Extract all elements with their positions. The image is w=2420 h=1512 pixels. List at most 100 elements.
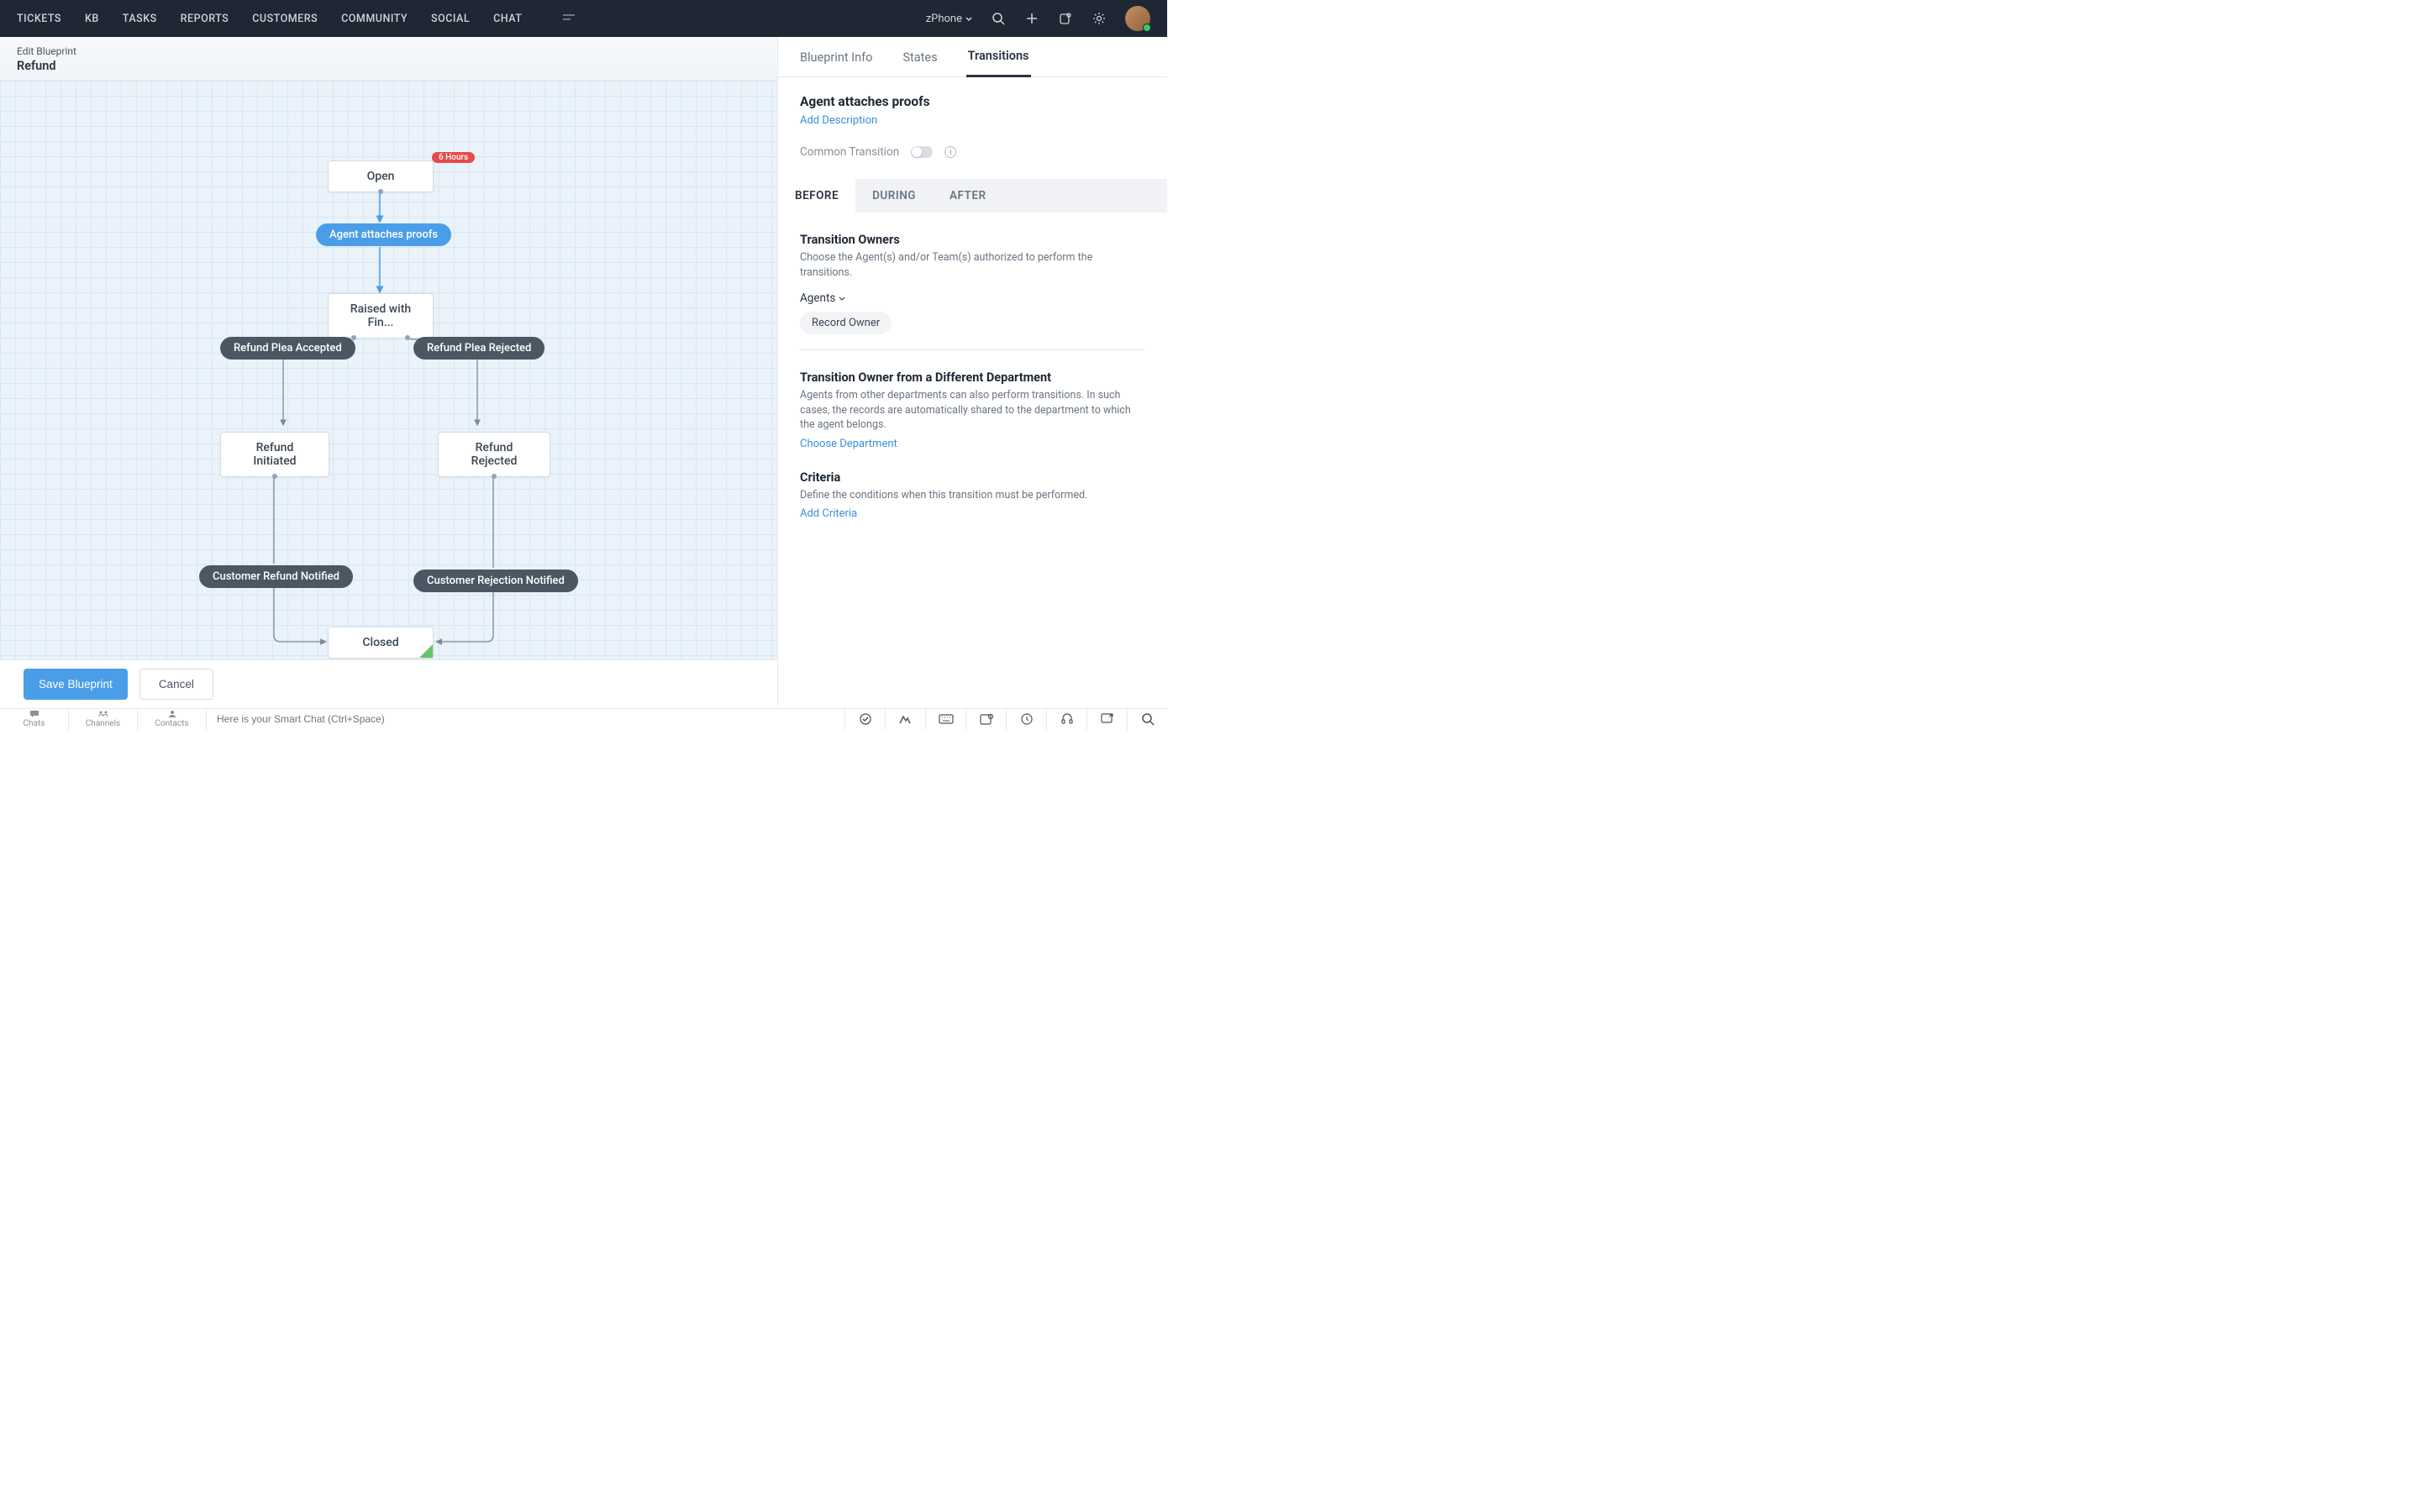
bb-chats[interactable]: Chats xyxy=(0,709,69,730)
app-label: zPhone xyxy=(926,13,962,25)
transition-plea-rejected[interactable]: Refund Plea Rejected xyxy=(413,337,544,360)
launch-icon[interactable] xyxy=(1086,709,1127,730)
dept-desc: Agents from other departments can also p… xyxy=(800,388,1145,433)
avatar[interactable] xyxy=(1125,6,1150,31)
choose-department-link[interactable]: Choose Department xyxy=(800,438,897,450)
bb-chats-label: Chats xyxy=(24,719,45,728)
breadcrumb: Edit Blueprint xyxy=(17,45,760,57)
clock-icon[interactable] xyxy=(1006,709,1046,730)
subtab-before[interactable]: BEFORE xyxy=(778,179,855,213)
bb-channels-label: Channels xyxy=(86,719,120,728)
add-icon[interactable] xyxy=(1024,11,1039,26)
tab-blueprint-info[interactable]: Blueprint Info xyxy=(798,50,874,76)
criteria-title: Criteria xyxy=(800,470,1145,485)
state-closed-label: Closed xyxy=(362,636,398,649)
panel-tabs: Blueprint Info States Transitions xyxy=(778,37,1167,77)
bottom-left: Chats Channels Contacts xyxy=(0,709,207,730)
nav-chat[interactable]: CHAT xyxy=(493,13,522,25)
bb-channels[interactable]: Channels xyxy=(69,709,138,730)
search-icon[interactable] xyxy=(991,11,1006,26)
owners-title: Transition Owners xyxy=(800,233,1145,247)
section-owners: Transition Owners Choose the Agent(s) an… xyxy=(800,233,1145,350)
calendar-icon[interactable] xyxy=(965,709,1006,730)
chevron-down-icon xyxy=(839,297,845,301)
transition-plea-accepted[interactable]: Refund Plea Accepted xyxy=(220,337,355,360)
time-badge: 6 Hours xyxy=(432,152,475,163)
bb-contacts[interactable]: Contacts xyxy=(138,709,207,730)
agents-dropdown[interactable]: Agents xyxy=(800,291,1145,305)
top-navbar: TICKETS KB TASKS REPORTS CUSTOMERS COMMU… xyxy=(0,0,1167,37)
transition-plea-accepted-label: Refund Plea Accepted xyxy=(234,342,342,354)
main: Edit Blueprint Refund 6 Hours xyxy=(0,37,1167,708)
cancel-button[interactable]: Cancel xyxy=(139,669,213,700)
transition-plea-rejected-label: Refund Plea Rejected xyxy=(427,342,531,354)
blueprint-canvas[interactable]: 6 Hours Open Agent attaches proofs Raise… xyxy=(0,81,777,708)
headset-icon[interactable] xyxy=(1046,709,1086,730)
state-refund-initiated[interactable]: Refund Initiated xyxy=(220,432,329,477)
common-transition-label: Common Transition xyxy=(800,145,899,159)
sub-tabs: BEFORE DURING AFTER xyxy=(778,179,1167,213)
subtab-after[interactable]: AFTER xyxy=(933,179,1003,213)
dept-title: Transition Owner from a Different Depart… xyxy=(800,370,1145,385)
owner-chip[interactable]: Record Owner xyxy=(800,312,892,334)
common-transition-toggle[interactable] xyxy=(911,146,933,158)
state-raised-label: Raised with Fin... xyxy=(350,302,411,329)
chat-icon xyxy=(29,710,39,718)
channels-icon xyxy=(98,710,108,718)
status-icon[interactable] xyxy=(844,709,885,730)
nav-community[interactable]: COMMUNITY xyxy=(341,13,408,25)
transition-refund-notified[interactable]: Customer Refund Notified xyxy=(199,565,353,588)
bottom-right xyxy=(844,709,1167,730)
right-panel: Blueprint Info States Transitions Agent … xyxy=(777,37,1167,708)
closed-corner-icon xyxy=(419,644,433,658)
keyboard-icon[interactable] xyxy=(925,709,965,730)
nav-customers[interactable]: CUSTOMERS xyxy=(252,13,318,25)
tab-states[interactable]: States xyxy=(901,50,939,76)
nav-kb[interactable]: KB xyxy=(85,13,99,25)
state-refund-rejected[interactable]: Refund Rejected xyxy=(438,432,550,477)
add-criteria-link[interactable]: Add Criteria xyxy=(800,507,857,520)
app-switcher[interactable]: zPhone xyxy=(926,13,972,25)
transition-rejection-notified-label: Customer Rejection Notified xyxy=(427,575,565,587)
owners-desc: Choose the Agent(s) and/or Team(s) autho… xyxy=(800,250,1145,280)
nav-more-icon[interactable] xyxy=(562,13,576,25)
nav-reports[interactable]: REPORTS xyxy=(181,13,229,25)
nav-tickets[interactable]: TICKETS xyxy=(17,13,61,25)
state-closed[interactable]: Closed xyxy=(328,627,434,659)
tab-transitions[interactable]: Transitions xyxy=(966,49,1031,77)
bottom-bar: Chats Channels Contacts xyxy=(0,708,1167,729)
state-raised[interactable]: Raised with Fin... xyxy=(328,293,434,339)
canvas-footer: Save Blueprint Cancel xyxy=(0,659,777,708)
notification-icon[interactable] xyxy=(1058,11,1073,26)
transition-refund-notified-label: Customer Refund Notified xyxy=(213,570,339,583)
add-description-link[interactable]: Add Description xyxy=(800,114,877,127)
transition-agent-attaches[interactable]: Agent attaches proofs xyxy=(316,223,451,246)
nav-social[interactable]: SOCIAL xyxy=(431,13,470,25)
contacts-icon xyxy=(167,710,177,718)
nav-items: TICKETS KB TASKS REPORTS CUSTOMERS COMMU… xyxy=(17,13,576,25)
state-open[interactable]: Open xyxy=(328,160,434,192)
gear-icon[interactable] xyxy=(1092,11,1107,26)
left-pane: Edit Blueprint Refund 6 Hours xyxy=(0,37,777,708)
agents-dropdown-label: Agents xyxy=(800,291,835,305)
nav-right: zPhone xyxy=(926,6,1150,31)
state-refund-rejected-label: Refund Rejected xyxy=(471,441,518,468)
criteria-desc: Define the conditions when this transiti… xyxy=(800,488,1145,503)
search-bottom-icon[interactable] xyxy=(1127,709,1167,730)
section-criteria: Criteria Define the conditions when this… xyxy=(800,470,1145,521)
zia-icon[interactable] xyxy=(885,709,925,730)
state-open-label: Open xyxy=(367,170,395,183)
state-refund-initiated-label: Refund Initiated xyxy=(253,441,296,468)
panel-title: Agent attaches proofs xyxy=(800,94,1145,109)
nav-tasks[interactable]: TASKS xyxy=(123,13,157,25)
bb-contacts-label: Contacts xyxy=(155,719,188,728)
page-title: Refund xyxy=(17,59,760,73)
subtab-during[interactable]: DURING xyxy=(855,179,933,213)
smart-chat-input[interactable] xyxy=(207,709,844,729)
transition-rejection-notified[interactable]: Customer Rejection Notified xyxy=(413,570,578,592)
common-transition-row: Common Transition i xyxy=(800,145,1145,159)
info-icon[interactable]: i xyxy=(944,146,956,158)
section-department: Transition Owner from a Different Depart… xyxy=(800,370,1145,450)
save-button[interactable]: Save Blueprint xyxy=(24,669,128,700)
chevron-down-icon xyxy=(965,17,972,21)
